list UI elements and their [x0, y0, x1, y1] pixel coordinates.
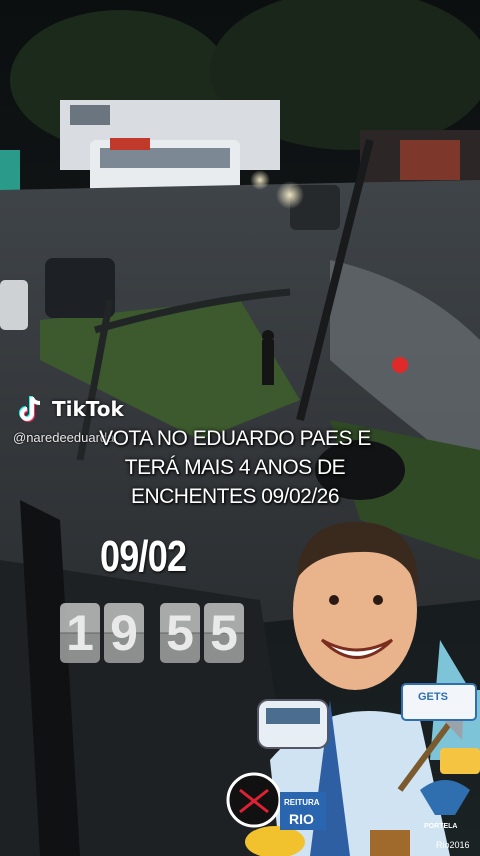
- tiktok-watermark: TikTok: [16, 394, 124, 424]
- rio-label: RIO: [289, 811, 314, 827]
- clock-digit: 9: [104, 603, 144, 663]
- portela-label: PORTELA: [424, 823, 457, 830]
- date-overlay: 09/02: [100, 532, 187, 581]
- caption-line-1: VOTA NO EDUARDO PAES E: [99, 427, 371, 450]
- caption-line-2: TERÁ MAIS 4 ANOS DE: [124, 456, 346, 479]
- video-frame: GETS REITURA RIO PORTELA Rio2016 TikTok …: [0, 0, 480, 856]
- tiktok-brand-label: TikTok: [52, 397, 124, 421]
- clock-digit: 5: [204, 603, 244, 663]
- flip-clock: 1 9 5 5: [60, 603, 244, 663]
- clock-digit: 5: [160, 603, 200, 663]
- tiktok-icon: [19, 396, 41, 422]
- clock-digit: 1: [60, 603, 100, 663]
- prefeitura-label: REITURA: [284, 798, 320, 807]
- video-caption: VOTA NO EDUARDO PAES E TERÁ MAIS 4 ANOS …: [60, 424, 410, 511]
- rio2016-label: Rio2016: [436, 840, 470, 850]
- caption-line-3: ENCHENTES 09/02/26: [130, 485, 340, 508]
- gets-label: GETS: [418, 691, 448, 703]
